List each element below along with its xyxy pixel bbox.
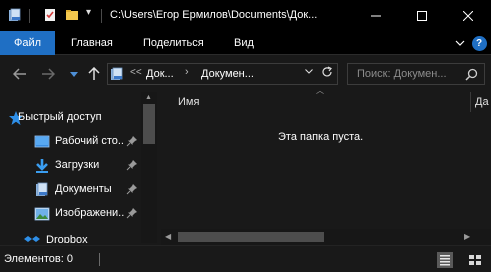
column-header-date[interactable]: Да (475, 96, 491, 108)
pin-icon (126, 136, 137, 147)
nav-item-label: Dropbox (46, 234, 88, 243)
scrollbar-thumb[interactable] (143, 104, 155, 144)
pin-icon (126, 184, 137, 195)
search-box[interactable]: Поиск: Докумен... (347, 63, 485, 85)
chevron-down-icon (305, 69, 313, 74)
ribbon-tab-bar: Файл Главная Поделиться Вид ? (0, 31, 491, 55)
scroll-up-arrow-icon[interactable]: ▲ (145, 94, 152, 101)
maximize-button[interactable] (399, 0, 445, 31)
nav-item-dropbox[interactable]: Dropbox (0, 232, 140, 243)
status-bar: Элементов: 0 (0, 245, 491, 272)
address-overflow-button[interactable]: << (130, 67, 142, 78)
quick-access-separator (29, 9, 30, 23)
nav-item-label: Загрузки (55, 159, 100, 171)
expand-ribbon-button[interactable] (452, 35, 468, 51)
column-divider[interactable] (470, 92, 471, 112)
search-input[interactable]: Поиск: Докумен... (357, 68, 447, 80)
help-icon: ? (471, 35, 487, 51)
scroll-right-arrow-icon[interactable]: ▶ (464, 232, 470, 241)
forward-button[interactable] (38, 64, 58, 84)
refresh-button[interactable] (321, 66, 333, 81)
maximize-icon (417, 10, 427, 21)
back-button[interactable] (10, 64, 30, 84)
arrow-left-icon (13, 68, 26, 80)
tab-view[interactable]: Вид (222, 31, 266, 55)
chevron-down-icon (70, 71, 78, 77)
title-bar: ▾ C:\Users\Егор Ермилов\Documents\Док... (0, 0, 491, 31)
column-header-name[interactable]: Имя (178, 96, 199, 108)
desktop-icon (34, 135, 50, 148)
pictures-icon (34, 207, 50, 221)
nav-item-pictures[interactable]: Изображени... (0, 203, 140, 225)
nav-item-quick-access[interactable]: Быстрый доступ (0, 107, 140, 129)
properties-icon[interactable] (43, 8, 57, 22)
scroll-left-arrow-icon[interactable]: ◀ (165, 232, 171, 241)
chevron-down-icon (455, 40, 465, 46)
arrow-right-icon (42, 68, 55, 80)
item-count-label: Элементов: 0 (4, 253, 73, 265)
pin-icon (126, 208, 137, 219)
nav-item-label: Быстрый доступ (18, 111, 102, 123)
documents-folder-icon (111, 67, 123, 80)
nav-item-downloads[interactable]: Загрузки (0, 155, 140, 177)
horizontal-scrollbar[interactable]: ◀ ▶ (161, 229, 476, 245)
close-button[interactable] (445, 0, 491, 31)
window-title: C:\Users\Егор Ермилов\Documents\Док... (110, 9, 318, 21)
address-history-dropdown[interactable] (305, 66, 313, 76)
dropbox-icon (24, 236, 40, 242)
nav-item-label: Рабочий сто... (55, 135, 125, 147)
nav-pane-scrollbar[interactable]: ▲ (141, 92, 157, 243)
title-separator (101, 9, 102, 23)
explorer-app-icon[interactable] (8, 8, 22, 22)
navigation-bar: << Док... › Докумен... Поиск: Докумен... (0, 55, 491, 92)
address-separator-icon[interactable]: › (185, 66, 189, 78)
nav-item-desktop[interactable]: Рабочий сто... (0, 131, 140, 153)
scrollbar-thumb[interactable] (178, 232, 324, 242)
arrow-up-icon (88, 67, 100, 80)
file-list-pane[interactable] (157, 92, 491, 243)
address-bar[interactable]: << Док... › Докумен... (107, 63, 338, 85)
up-button[interactable] (84, 64, 104, 84)
tab-home[interactable]: Главная (59, 31, 125, 55)
pin-icon (126, 160, 137, 171)
minimize-icon (371, 15, 381, 16)
details-view-icon[interactable] (437, 252, 453, 268)
documents-icon (36, 182, 48, 196)
recent-locations-button[interactable] (64, 64, 84, 84)
status-separator (99, 253, 100, 266)
empty-folder-message: Эта папка пуста. (278, 131, 364, 143)
tab-share[interactable]: Поделиться (131, 31, 216, 55)
search-icon (465, 68, 478, 81)
minimize-button[interactable] (353, 0, 399, 31)
nav-item-label: Изображени... (55, 207, 125, 219)
close-icon (463, 10, 473, 21)
help-button[interactable]: ? (471, 35, 487, 51)
nav-item-documents[interactable]: Документы (0, 179, 140, 201)
sort-ascending-icon: ︿ (316, 86, 324, 95)
address-segment-2[interactable]: Докумен... (201, 68, 254, 80)
download-icon (36, 159, 48, 173)
refresh-icon (322, 66, 332, 77)
new-folder-icon[interactable] (65, 8, 79, 22)
large-icons-view-icon[interactable] (467, 252, 483, 268)
nav-item-label: Документы (55, 183, 112, 195)
navigation-pane: Быстрый доступ Рабочий сто... Загрузки Д (0, 92, 157, 243)
tab-file[interactable]: Файл (0, 31, 55, 55)
scrollbar-corner (476, 229, 491, 245)
customize-quick-access-icon[interactable]: ▾ (86, 7, 100, 21)
address-segment-1[interactable]: Док... (146, 68, 174, 80)
